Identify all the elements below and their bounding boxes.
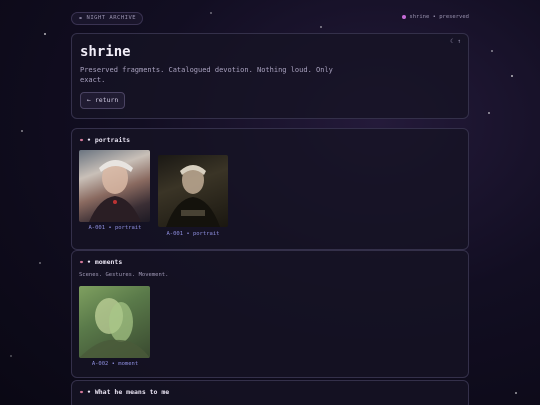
section-title: ⚭ • portraits xyxy=(79,136,130,144)
status-text: shrine • preserved xyxy=(409,14,469,20)
moment-caption-1: A-002 • moment xyxy=(91,361,139,367)
page-description: Preserved fragments. Catalogued devotion… xyxy=(80,66,333,84)
moments-section: ⚭ • moments Scenes. Gestures. Movement. … xyxy=(71,250,469,378)
section-title: ⚭ • moments xyxy=(79,258,122,266)
return-button[interactable]: ← return xyxy=(80,92,126,109)
archive-label: NIGHT ARCHIVE xyxy=(86,15,137,21)
eye-icon: ⚭ xyxy=(79,388,85,396)
section-title: ⚭ • What he means to me xyxy=(79,388,169,396)
eye-icon: ⚭ xyxy=(78,15,84,22)
portraits-section: ⚭ • portraits A-001 • portrait A-001 • p… xyxy=(71,128,469,250)
moon-arrow-icons[interactable]: ☾ ↑ xyxy=(450,38,461,45)
moments-subtitle: Scenes. Gestures. Movement. xyxy=(79,272,169,278)
portrait-caption-2: A-001 • portrait xyxy=(166,231,220,237)
portraits-title: • portraits xyxy=(87,136,131,144)
hero-card: shrine Preserved fragments. Catalogued d… xyxy=(71,33,469,119)
portrait-image-1[interactable] xyxy=(79,150,150,222)
eye-icon: ⚭ xyxy=(79,136,85,144)
portrait-caption-1: A-001 • portrait xyxy=(88,225,142,231)
meaning-title: • What he means to me xyxy=(87,388,170,396)
portrait-image-2[interactable] xyxy=(158,155,228,227)
moment-image-1[interactable] xyxy=(79,286,150,358)
meaning-section: ⚭ • What he means to me xyxy=(71,380,469,405)
moments-title: • moments xyxy=(87,258,123,266)
status-dot-icon xyxy=(402,15,407,19)
page-title: shrine xyxy=(80,44,131,60)
archive-badge[interactable]: ⚭ NIGHT ARCHIVE xyxy=(71,12,144,25)
status-indicator: shrine • preserved xyxy=(402,14,469,20)
eye-icon: ⚭ xyxy=(79,258,85,266)
top-bar: ⚭ NIGHT ARCHIVE shrine • preserved xyxy=(71,12,469,26)
